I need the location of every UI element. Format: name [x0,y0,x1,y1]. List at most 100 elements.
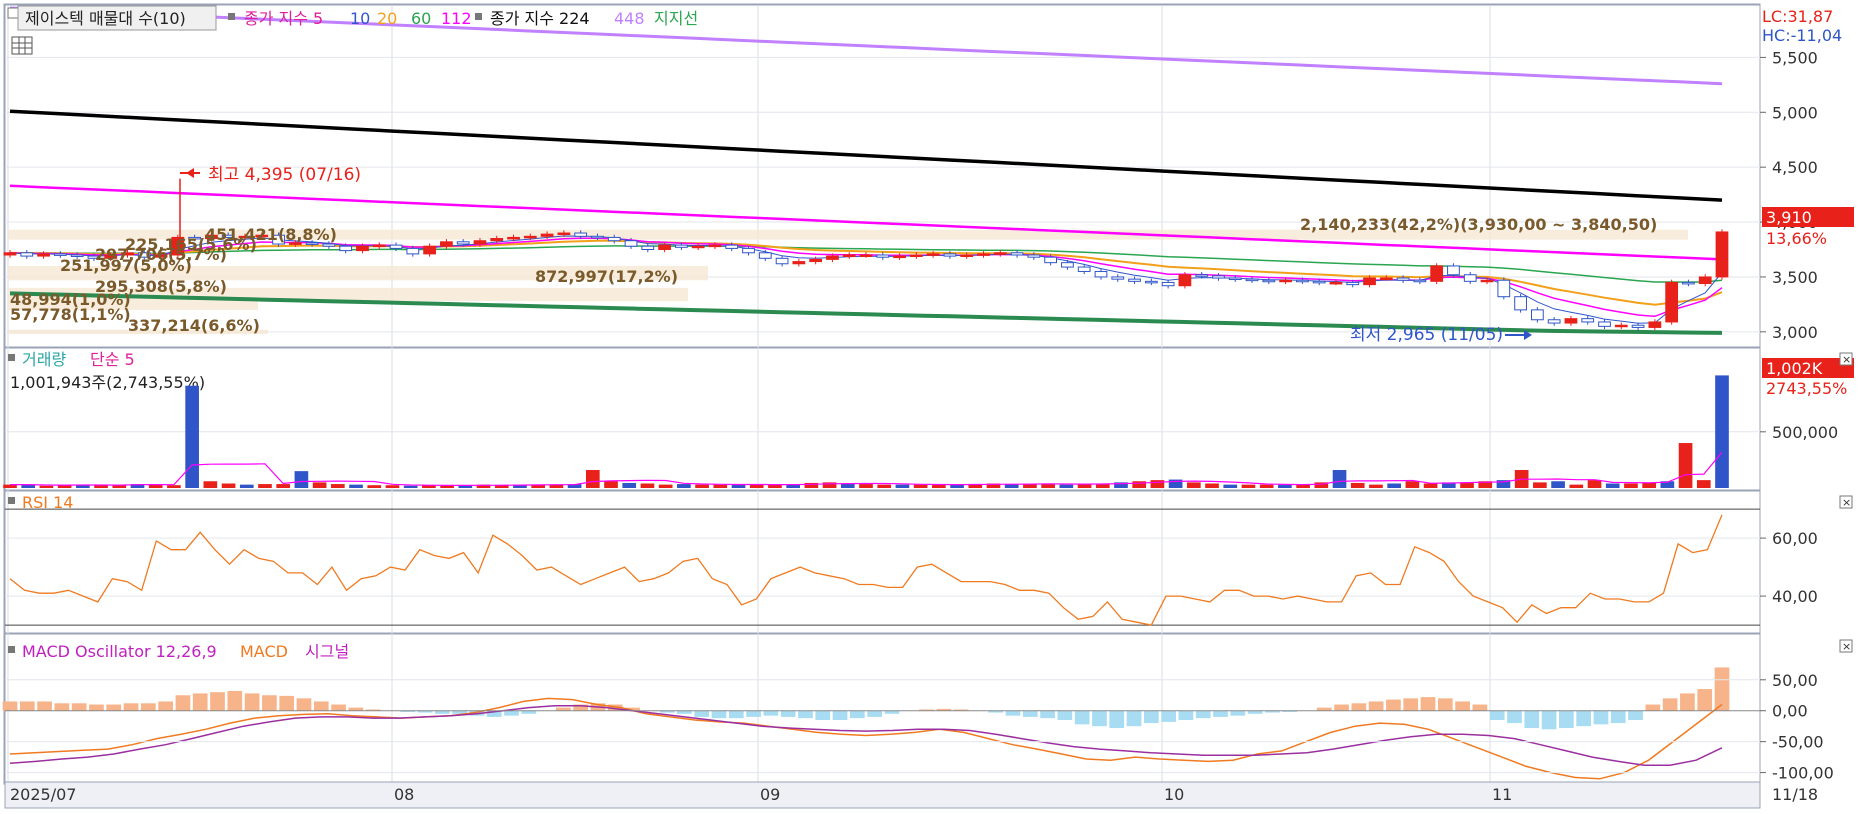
candle-body [389,244,403,249]
candle-body [1178,274,1192,287]
volume-axis: 500,000 [1760,423,1838,442]
volume-bar [331,484,345,488]
macd-oscillator-bar [262,695,277,711]
candle-body [926,253,940,256]
rsi-close-icon[interactable]: × [1839,495,1853,509]
candle-body [1631,324,1645,328]
svg-text:×: × [1842,496,1851,509]
macd-oscillator-bar [1610,710,1626,724]
candle-body [20,252,34,257]
macd-oscillator-bar [1022,710,1038,717]
macd-oscillator-bar [140,703,156,711]
macd-oscillator-bar [296,698,312,711]
volume-bar [1715,375,1729,488]
macd-oscillator-bar [1334,704,1349,711]
volume-bar [440,485,454,488]
volume-bar [312,482,327,488]
candle-body [607,236,621,242]
macd-oscillator-bar [279,695,295,711]
volume-bar [1059,484,1074,488]
candle-body [1010,252,1024,256]
volume-last-pct: 2743,55% [1766,379,1847,398]
macd-oscillator-bar [37,701,52,711]
price-tick-label: 5,000 [1772,103,1818,122]
macd-tick-label: -50,00 [1772,733,1824,752]
macd-oscillator-bar [1645,704,1661,711]
volume-info: 1,001,943주(2,743,55%) [10,373,205,392]
candle-body [1463,274,1477,282]
candle-body [574,232,588,237]
macd-oscillator-bar [192,693,208,711]
macd-oscillator-bar [1403,698,1419,711]
candle-body [1614,324,1628,328]
candle-body [1144,280,1158,284]
candle-body [1061,262,1074,268]
candle-body [440,241,453,247]
candle-body [1682,281,1695,285]
candle-body [674,244,688,248]
candle-body [1715,231,1729,278]
price-tick-label: 4,500 [1772,158,1818,177]
hc-value: HC:-11,04 [1762,26,1842,45]
macd-oscillator-bar [815,710,831,720]
volume-bar [695,484,709,488]
volume-bar [1369,484,1383,488]
candle-body [473,240,487,245]
volume-bar [749,484,764,488]
candle-body [658,244,671,250]
macd-oscillator-bar [1420,697,1436,711]
last-change: 13,66% [1766,229,1827,248]
candle-body [1497,279,1511,298]
volume-bar [1205,483,1219,488]
candle-body [456,241,470,245]
volume-profile-label: 337,214(6,6%) [128,316,260,335]
macd-signal-label: 시그널 [305,642,349,661]
volume-bar [1241,484,1256,488]
volume-bar [39,485,54,488]
volume-bar [167,485,181,488]
macd-oscillator-bar [158,701,173,711]
volume-bar [658,484,673,488]
volume-bar [221,483,236,488]
macd-oscillator-bar [1057,710,1073,720]
macd-close-icon[interactable]: × [1839,639,1853,653]
candle-body [591,235,604,239]
macd-oscillator-bar [227,690,243,711]
candle-body [809,258,823,263]
macd-oscillator-bar [1040,710,1055,719]
volume-profile-label: 297,706(5,7%) [95,245,227,264]
legend-ma-prefix: 종가 지수 5 [244,9,323,28]
candle-body [1648,321,1662,328]
candle-body [1128,278,1141,282]
macd-oscillator-bar [1109,710,1125,729]
volume-profile-label: 451,421(8,8%) [205,225,337,244]
macd-oscillator-bar [728,710,744,719]
volume-bar [385,485,400,488]
legend-ma20: 20 [377,9,397,28]
candle-body [842,254,856,257]
candle-body [1396,277,1410,281]
candle-body [322,243,336,247]
grid-table-icon[interactable] [11,36,33,55]
volume-bar [1587,480,1602,488]
macd-oscillator-bar [1662,698,1678,711]
high-label: 최고 4,395 (07/16) [208,165,361,185]
volume-close-icon[interactable]: × [1839,352,1853,366]
macd-oscillator-bar [1230,710,1246,716]
macd-oscillator-bar [711,710,727,719]
volume-bar [1332,470,1347,488]
candle-body [977,253,990,256]
macd-oscillator-bar [1576,710,1592,727]
chart-title: 제이스텍 매물대 수(10) [25,9,186,28]
macd-oscillator-bar [1714,667,1730,711]
stock-chart-window: 2,140,233(42,2%)(3,930,00 ~ 3,840,50) 872… [0,0,1860,810]
low-label: 최저 2,965 (11/05) [1350,325,1503,345]
candle-body [1044,256,1058,264]
rsi-tick-label: 60,00 [1772,529,1818,548]
macd-oscillator-bar [1143,710,1159,724]
candle-body [1111,276,1125,280]
candle-body [1329,281,1343,285]
candle-body [775,257,789,265]
volume-bar [877,484,892,488]
macd-oscillator-bar [1213,710,1228,717]
